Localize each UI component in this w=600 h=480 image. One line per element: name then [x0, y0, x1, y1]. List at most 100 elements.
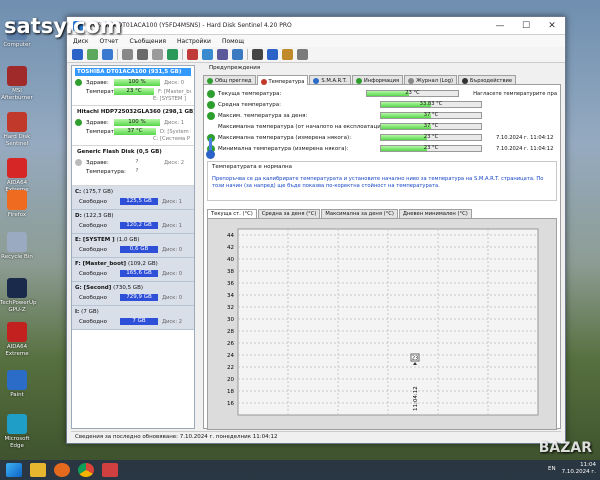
- desktop-icon[interactable]: AIDA64 Extreme: [0, 322, 34, 357]
- tab-0[interactable]: Общ преглед: [203, 75, 256, 84]
- temperature-bar: 23 °C: [380, 134, 482, 141]
- chart-tabs: Текуща ст. (°C) Средна за деня (°C) Максим…: [207, 209, 557, 218]
- warnings-label[interactable]: Предупреждения: [203, 65, 561, 73]
- volume-item[interactable]: C: (175,7 GB) Свободно 125,5 GB Диск: 1: [72, 186, 194, 210]
- taskbar: EN 11:04 7.10.2024 г.: [0, 460, 600, 480]
- copy-icon[interactable]: [152, 49, 163, 60]
- temperature-chart: 16 18 20 22 24 26 28 30 32 34 36 38 40 42 44 23 11:04:12: [207, 218, 557, 430]
- chart-tab-1[interactable]: Средна за деня (°C): [257, 209, 321, 218]
- desktop-icon-label: Firefox: [7, 212, 27, 218]
- minimize-button[interactable]: —: [487, 17, 513, 35]
- mail-icon[interactable]: [102, 49, 113, 60]
- start-button[interactable]: [6, 463, 22, 477]
- menu-messages[interactable]: Съобщения: [129, 38, 166, 45]
- clock-date: 7.10.2024 г.: [561, 469, 596, 475]
- chart-tab-3[interactable]: Дневен минимален (°C): [398, 209, 472, 218]
- temperature-row: Максим. температура за деня: 37 °C: [207, 110, 557, 121]
- volume-free-label: Свободно: [79, 270, 107, 277]
- desktop-icon-label: Computer: [3, 42, 31, 48]
- disk-item[interactable]: TOSHIBA DT01ACA100 (931,5 GB) Здраве: 100 …: [72, 66, 194, 106]
- temp-value: 37 °C: [114, 128, 156, 135]
- volume-free-value: 120,2 GB: [120, 222, 158, 229]
- app-icon: [7, 158, 27, 178]
- info-icon[interactable]: [297, 49, 308, 60]
- temp-label: Температура:: [86, 128, 126, 135]
- app-icon: [7, 278, 27, 298]
- menu-help[interactable]: Помощ: [222, 38, 244, 45]
- settings-icon[interactable]: [252, 49, 263, 60]
- toolbar: [67, 47, 565, 63]
- y-tick-label: 44: [227, 233, 234, 239]
- volume-item[interactable]: I: (7 GB) Свободно 7 GB Диск: 2: [72, 306, 194, 330]
- export-icon[interactable]: [167, 49, 178, 60]
- report-icon[interactable]: [122, 49, 133, 60]
- y-tick-label: 16: [227, 401, 234, 407]
- disk-item[interactable]: Generic Flash Disk (0,5 GB) Здраве:? Диск:…: [72, 146, 194, 186]
- menu-disk[interactable]: Диск: [73, 38, 89, 45]
- desktop-icon[interactable]: Firefox: [0, 190, 34, 219]
- refresh-icon[interactable]: [72, 49, 83, 60]
- network-icon[interactable]: [232, 49, 243, 60]
- y-tick-label: 28: [227, 329, 234, 335]
- volume-disk: Диск: 0: [162, 294, 183, 301]
- desktop-icon[interactable]: Paint: [0, 370, 34, 399]
- health-label: Здраве:: [86, 159, 109, 166]
- temperature-label: Текуща температура:: [218, 90, 282, 97]
- clock[interactable]: 11:04 7.10.2024 г.: [562, 462, 596, 476]
- desktop-icon[interactable]: TechPowerUp GPU-Z: [0, 278, 36, 313]
- status-text: Препоръчва се да калибрирате температура…: [212, 176, 544, 189]
- volume-free-label: Свободно: [79, 246, 107, 253]
- desktop-icon[interactable]: Microsoft Edge: [0, 414, 34, 449]
- tab-5[interactable]: Бързодействие: [457, 75, 517, 84]
- x-tick-label: 11:04:12: [413, 386, 419, 411]
- temperature-bar: 23 °C: [380, 145, 482, 152]
- tab-2[interactable]: S.M.A.R.T.: [309, 75, 351, 84]
- tab-bar: Общ преглед Температура S.M.A.R.T. Информац…: [203, 75, 561, 86]
- print-icon[interactable]: [137, 49, 148, 60]
- chart-tab-2[interactable]: Максимална за деня (°C): [321, 209, 398, 218]
- close-button[interactable]: ✕: [539, 17, 565, 35]
- desktop-icon-label: Hard Disk Sentinel: [3, 134, 31, 147]
- temperature-bar: 33.83 °C: [380, 101, 482, 108]
- temperature-label: Максимална температура (от началото на е…: [218, 123, 389, 130]
- tab-3[interactable]: Информация: [351, 75, 404, 84]
- temp-value: 23 °C: [114, 88, 154, 95]
- volume-size: (175,7 GB): [83, 189, 113, 195]
- hard-disk-sentinel-icon[interactable]: [102, 463, 118, 477]
- chart-svg: 16 18 20 22 24 26 28 30 32 34 36 38 40 42 44 23 11:04:12: [227, 228, 539, 416]
- tab-icon: [355, 77, 362, 84]
- desktop-icon[interactable]: Hard Disk Sentinel: [0, 112, 34, 147]
- key-icon[interactable]: [282, 49, 293, 60]
- volume-item[interactable]: F: [Master_boot] (109,2 GB) Свободно 165,6…: [72, 258, 194, 282]
- language-indicator[interactable]: EN: [548, 466, 556, 472]
- health-value: 100 %: [114, 119, 160, 126]
- tab-4[interactable]: Журнал (Log): [404, 75, 457, 84]
- volume-item[interactable]: E: [SYSTEM ] (1,0 GB) Свободно 0,6 GB Диск:…: [72, 234, 194, 258]
- temperature-bar: 23 °C: [365, 90, 460, 97]
- volume-disk: Диск: 1: [162, 198, 183, 205]
- chrome-icon[interactable]: [78, 463, 94, 477]
- menu-report[interactable]: Отчет: [100, 38, 119, 45]
- desktop-icon[interactable]: Recycle Bin: [0, 232, 34, 261]
- title-bar[interactable]: TOSHIBA DT01ACA100 (Y5FD4MSNS) - Hard Di…: [67, 17, 565, 35]
- options-icon[interactable]: [217, 49, 228, 60]
- chart-tab-0[interactable]: Текуща ст. (°C): [207, 209, 257, 218]
- disk-item[interactable]: Hitachi HDP725032GLA360 (298,1 GB) Здраве…: [72, 106, 194, 146]
- maximize-button[interactable]: ☐: [513, 17, 539, 35]
- volume-name: D:: [75, 213, 82, 219]
- desktop-icon[interactable]: AIDA64 Extreme: [0, 158, 34, 193]
- file-explorer-icon[interactable]: [30, 463, 46, 477]
- status-bar: Сведения за последно обновяване: 7.10.20…: [71, 431, 561, 441]
- desktop-icon[interactable]: MSI Afterburner: [0, 66, 34, 101]
- test-icon[interactable]: [202, 49, 213, 60]
- alert-icon[interactable]: [187, 49, 198, 60]
- volume-item[interactable]: G: [Second] (730,5 GB) Свободно 729,9 GB Ди…: [72, 282, 194, 306]
- help-icon[interactable]: [267, 49, 278, 60]
- temperature-value: 37 °C: [423, 123, 439, 129]
- menu-settings[interactable]: Настройки: [177, 38, 211, 45]
- firefox-icon[interactable]: [54, 463, 70, 477]
- tab-icon: [408, 77, 415, 84]
- volume-item[interactable]: D: (122,3 GB) Свободно 120,2 GB Диск: 1: [72, 210, 194, 234]
- disk-icon[interactable]: [87, 49, 98, 60]
- volume-free-value: 165,6 GB: [120, 270, 158, 277]
